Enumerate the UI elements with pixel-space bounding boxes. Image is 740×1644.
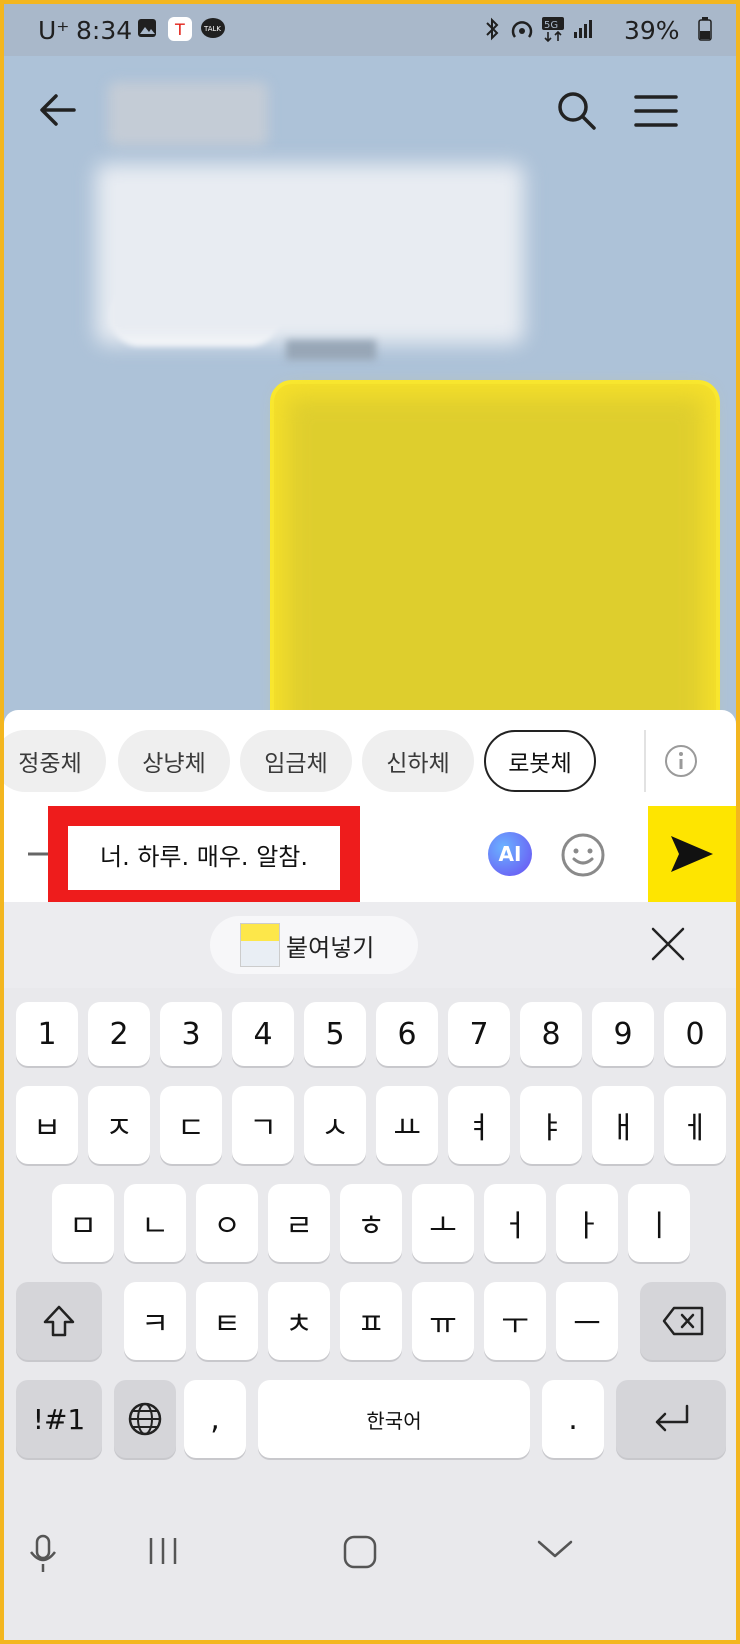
key-hieut[interactable]: ㅎ — [340, 1184, 402, 1262]
key-eu[interactable]: ㅡ — [556, 1282, 618, 1360]
message-input[interactable]: 너. 하루. 매우. 알참. — [56, 812, 352, 896]
key-yeo[interactable]: ㅕ — [448, 1086, 510, 1164]
chat-area[interactable] — [4, 56, 736, 760]
chat-room-title-blurred — [108, 82, 268, 146]
key-5[interactable]: 5 — [304, 1002, 366, 1066]
sent-message-blurred — [270, 380, 720, 760]
key-pieup[interactable]: ㅍ — [340, 1282, 402, 1360]
plus-icon[interactable] — [26, 842, 56, 866]
key-jieut[interactable]: ㅈ — [88, 1086, 150, 1164]
network-5g-icon: 5G — [542, 17, 564, 43]
chip-divider — [644, 730, 646, 792]
key-i[interactable]: ㅣ — [628, 1184, 690, 1262]
shift-icon — [43, 1305, 75, 1337]
clipboard-bar: 붙여넣기 — [4, 902, 736, 988]
svg-text:TALK: TALK — [203, 25, 221, 33]
space-key[interactable]: 한국어 — [258, 1380, 530, 1458]
comma-key[interactable]: , — [184, 1380, 246, 1458]
key-giyeok[interactable]: ㄱ — [232, 1086, 294, 1164]
gallery-notification-icon — [138, 19, 156, 37]
chip-imgeum[interactable]: 임금체 — [240, 730, 352, 792]
keyboard: 1 2 3 4 5 6 7 8 9 0 ㅂ ㅈ ㄷ ㄱ ㅅ ㅛ ㅕ ㅑ ㅐ ㅔ … — [4, 988, 736, 1508]
key-ieung[interactable]: ㅇ — [196, 1184, 258, 1262]
received-message-blurred — [96, 164, 524, 344]
backspace-icon — [662, 1306, 704, 1336]
hotspot-icon — [511, 21, 533, 38]
chip-sinha[interactable]: 신하체 — [362, 730, 474, 792]
message-composer: 너. 하루. 매우. 알참. AI — [4, 806, 736, 910]
navigation-bar — [4, 1508, 736, 1640]
phone-screen: U⁺ 8:34 T TALK 5G 39% 정중체 상냥체 임금체 신하체 로봇… — [4, 4, 736, 1640]
smiley-icon[interactable] — [560, 832, 606, 878]
key-4[interactable]: 4 — [232, 1002, 294, 1066]
search-icon[interactable] — [556, 90, 598, 132]
microphone-icon[interactable] — [28, 1534, 58, 1574]
info-icon[interactable] — [664, 744, 698, 778]
key-9[interactable]: 9 — [592, 1002, 654, 1066]
send-arrow-icon — [671, 836, 713, 872]
bluetooth-icon — [486, 17, 499, 41]
key-nieun[interactable]: ㄴ — [124, 1184, 186, 1262]
key-eo[interactable]: ㅓ — [484, 1184, 546, 1262]
key-o[interactable]: ㅗ — [412, 1184, 474, 1262]
clipboard-thumbnail — [240, 923, 280, 967]
clock: 8:34 — [76, 16, 133, 45]
carrier-label: U⁺ — [38, 16, 70, 45]
key-yu[interactable]: ㅠ — [412, 1282, 474, 1360]
language-key[interactable] — [114, 1380, 176, 1458]
key-u[interactable]: ㅜ — [484, 1282, 546, 1360]
key-e[interactable]: ㅔ — [664, 1086, 726, 1164]
key-yo[interactable]: ㅛ — [376, 1086, 438, 1164]
key-7[interactable]: 7 — [448, 1002, 510, 1066]
key-ya[interactable]: ㅑ — [520, 1086, 582, 1164]
enter-icon — [655, 1404, 689, 1432]
key-1[interactable]: 1 — [16, 1002, 78, 1066]
ai-button[interactable]: AI — [488, 832, 532, 876]
chip-jeongjung[interactable]: 정중체 — [4, 730, 106, 792]
key-siot[interactable]: ㅅ — [304, 1086, 366, 1164]
key-a[interactable]: ㅏ — [556, 1184, 618, 1262]
message-timestamp-blurred — [286, 340, 376, 360]
tone-style-bar: 정중체 상냥체 임금체 신하체 로봇체 — [4, 710, 736, 806]
svg-text:5G: 5G — [544, 20, 558, 31]
key-6[interactable]: 6 — [376, 1002, 438, 1066]
enter-key[interactable] — [616, 1380, 726, 1458]
chip-sangnyang[interactable]: 상냥체 — [118, 730, 230, 792]
chevron-down-icon[interactable] — [536, 1534, 574, 1564]
app-notification-icon: T — [168, 17, 192, 41]
shift-key[interactable] — [16, 1282, 102, 1360]
paste-label: 붙여넣기 — [286, 933, 375, 962]
key-mieum[interactable]: ㅁ — [52, 1184, 114, 1262]
key-0[interactable]: 0 — [664, 1002, 726, 1066]
backspace-key[interactable] — [640, 1282, 726, 1360]
key-digeut[interactable]: ㄷ — [160, 1086, 222, 1164]
back-icon[interactable] — [38, 90, 78, 130]
chip-robot[interactable]: 로봇체 — [484, 730, 596, 792]
svg-text:T: T — [174, 20, 185, 39]
key-2[interactable]: 2 — [88, 1002, 150, 1066]
key-bieup[interactable]: ㅂ — [16, 1086, 78, 1164]
battery-icon — [698, 17, 712, 41]
symbols-key[interactable]: !#1 — [16, 1380, 102, 1458]
signal-icon — [574, 20, 592, 38]
hamburger-menu-icon[interactable] — [634, 94, 678, 128]
talk-notification-icon: TALK — [201, 18, 225, 38]
key-tieut[interactable]: ㅌ — [196, 1282, 258, 1360]
status-bar: U⁺ 8:34 T TALK 5G 39% — [4, 4, 736, 56]
send-button[interactable] — [648, 806, 736, 902]
home-icon[interactable] — [342, 1534, 378, 1570]
key-kieuk[interactable]: ㅋ — [124, 1282, 186, 1360]
recents-icon[interactable] — [146, 1534, 180, 1568]
globe-icon — [128, 1402, 162, 1436]
battery-percent: 39% — [624, 16, 680, 45]
key-8[interactable]: 8 — [520, 1002, 582, 1066]
key-3[interactable]: 3 — [160, 1002, 222, 1066]
close-icon[interactable] — [650, 926, 686, 962]
period-key[interactable]: . — [542, 1380, 604, 1458]
key-rieul[interactable]: ㄹ — [268, 1184, 330, 1262]
key-ae[interactable]: ㅐ — [592, 1086, 654, 1164]
paste-button[interactable]: 붙여넣기 — [210, 916, 418, 974]
key-chieut[interactable]: ㅊ — [268, 1282, 330, 1360]
